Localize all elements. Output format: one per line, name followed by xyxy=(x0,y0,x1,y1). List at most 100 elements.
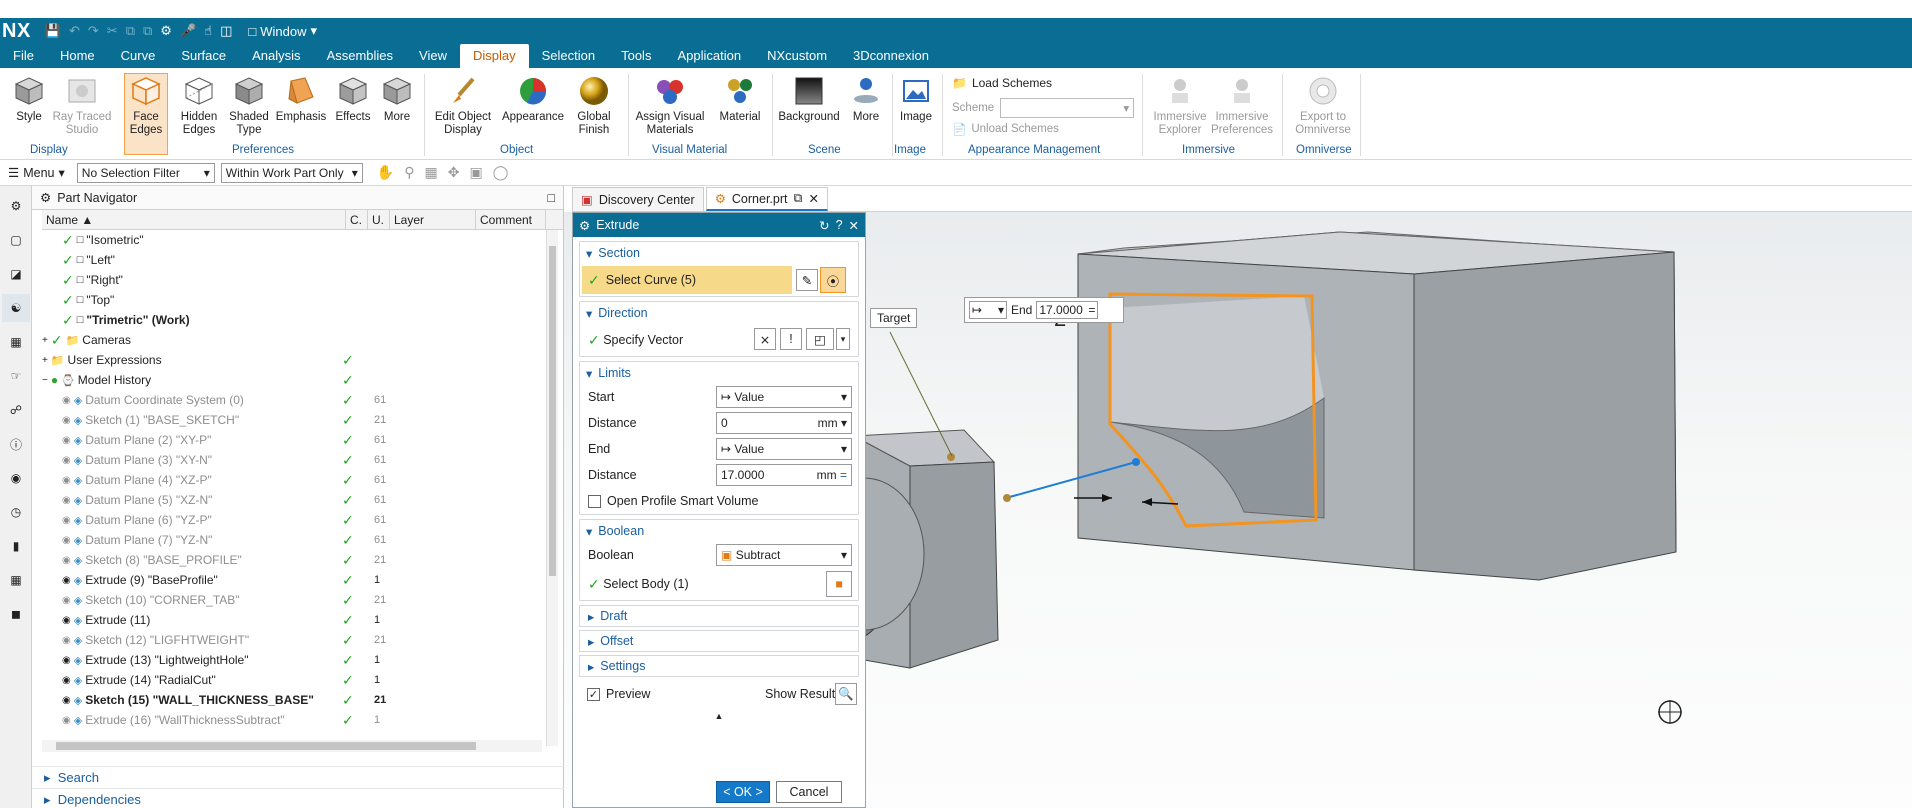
palette-icon[interactable]: ◼ xyxy=(2,600,30,628)
end-onscreen-field[interactable]: 17.0000 = xyxy=(1036,301,1099,319)
tab-corner-prt[interactable]: ⚙ Corner.prt ⧉ ✕ xyxy=(705,187,828,211)
undock-icon[interactable]: ⧉ xyxy=(794,191,803,206)
hd3d-tools-icon[interactable]: ☞ xyxy=(2,362,30,390)
select-all-icon[interactable]: ▦ xyxy=(424,164,437,181)
redo-icon[interactable]: ↷ xyxy=(88,23,99,39)
visibility-eye-icon[interactable]: ◉ xyxy=(62,435,71,446)
limits-header[interactable]: ▾ Limits xyxy=(580,362,858,384)
tree-row[interactable]: ◉ ◈ Extrude (9) "BaseProfile" ✓ 1 xyxy=(42,570,542,590)
edit-object-display-button[interactable]: Edit Object Display xyxy=(430,74,496,137)
menu-display[interactable]: Display xyxy=(459,44,529,68)
menu-surface[interactable]: Surface xyxy=(168,44,239,68)
offset-header[interactable]: ▸ Offset xyxy=(579,630,859,652)
end-select[interactable]: ↦ Value ▾ xyxy=(716,438,852,460)
column-comment[interactable]: Comment xyxy=(476,209,546,230)
global-finish-button[interactable]: Global Finish xyxy=(567,74,621,137)
vector-normal-icon[interactable]: ! xyxy=(780,328,802,350)
save-icon[interactable]: 💾 xyxy=(45,23,61,39)
tree-row[interactable]: ◉ ◈ Sketch (12) "LIGFHTWEIGHT" ✓ 21 xyxy=(42,630,542,650)
collapse-icon[interactable]: − xyxy=(42,375,48,386)
menu-home[interactable]: Home xyxy=(47,44,108,68)
visibility-eye-icon[interactable]: ◉ xyxy=(62,515,71,526)
visibility-eye-icon[interactable]: ◉ xyxy=(62,535,71,546)
tree-row[interactable]: ◉ ◈ Datum Plane (2) "XY-P" ✓ 61 xyxy=(42,430,542,450)
maximize-icon[interactable]: □ xyxy=(547,191,555,205)
menu-nxcustom[interactable]: NXcustom xyxy=(754,44,840,68)
scope-select[interactable]: Within Work Part Only ▾ xyxy=(220,162,363,183)
dependencies-panel-toggle[interactable]: ▸ Dependencies xyxy=(32,788,564,808)
emphasis-button[interactable]: Emphasis xyxy=(272,74,330,124)
scheme-select[interactable]: ▾ xyxy=(1000,98,1135,118)
tree-row[interactable]: ◉ ◈ Extrude (11) ✓ 1 xyxy=(42,610,542,630)
system-materials-icon[interactable]: ◉ xyxy=(2,464,30,492)
boolean-select[interactable]: ▣ Subtract ▾ xyxy=(716,544,852,566)
menu-3dconnexion[interactable]: 3Dconnexion xyxy=(840,44,942,68)
undo-icon[interactable]: ↶ xyxy=(69,23,80,39)
target-label[interactable]: Target xyxy=(870,308,918,328)
immersive-explorer-button[interactable]: Immersive Explorer xyxy=(1152,74,1208,137)
immersive-preferences-button[interactable]: Immersive Preferences xyxy=(1210,74,1274,137)
appearance-button[interactable]: Appearance xyxy=(502,74,564,124)
tree-row[interactable]: ✓ □ "Top" xyxy=(42,290,542,310)
assembly-navigator-icon[interactable]: ▢ xyxy=(2,226,30,254)
column-u[interactable]: U. xyxy=(368,209,390,230)
menu-analysis[interactable]: Analysis xyxy=(239,44,313,68)
horizontal-scrollbar[interactable] xyxy=(42,740,542,752)
ok-button[interactable]: < OK > xyxy=(716,781,770,803)
vector-dialog-icon[interactable]: ◰ xyxy=(806,328,834,350)
visibility-eye-icon[interactable]: ◉ xyxy=(62,635,71,646)
start-distance-input[interactable]: 0 mm ▾ xyxy=(716,412,852,434)
draft-header[interactable]: ▸ Draft xyxy=(579,605,859,627)
reuse-library-icon[interactable]: ▦ xyxy=(2,328,30,356)
ray-traced-studio-button[interactable]: Ray Traced Studio xyxy=(51,74,113,137)
expand-icon[interactable]: + xyxy=(42,335,48,346)
shaded-type-button[interactable]: Shaded Type xyxy=(220,74,278,137)
settings-icon[interactable]: ⚙ xyxy=(2,192,30,220)
visibility-eye-icon[interactable]: ◉ xyxy=(62,675,71,686)
reset-icon[interactable]: ↻ xyxy=(819,218,829,233)
visibility-eye-icon[interactable]: ◉ xyxy=(62,715,71,726)
tree-row[interactable]: + 📁 User Expressions ✓ xyxy=(42,350,542,370)
visibility-eye-icon[interactable]: ◉ xyxy=(62,415,71,426)
visibility-eye-icon[interactable]: ◉ xyxy=(62,455,71,466)
menu-assemblies[interactable]: Assemblies xyxy=(314,44,406,68)
direction-header[interactable]: ▾ Direction xyxy=(580,302,858,324)
expand-icon[interactable]: + xyxy=(42,355,48,366)
image-button[interactable]: Image xyxy=(888,74,944,124)
select-curve-field[interactable]: ✓ Select Curve (5) xyxy=(582,266,792,294)
export-omniverse-button[interactable]: Export to Omniverse xyxy=(1292,74,1354,137)
assign-visual-materials-button[interactable]: Assign Visual Materials xyxy=(634,74,706,137)
menu-file[interactable]: File xyxy=(0,44,47,68)
vector-reverse-icon[interactable]: ⨯ xyxy=(754,328,776,350)
history-icon[interactable]: ⓘ xyxy=(2,430,30,458)
visibility-eye-icon[interactable]: ◉ xyxy=(62,595,71,606)
menu-view[interactable]: View xyxy=(406,44,460,68)
help-icon[interactable]: ? xyxy=(836,218,843,232)
tree-row[interactable]: ◉ ◈ Sketch (10) "CORNER_TAB" ✓ 21 xyxy=(42,590,542,610)
tree-row[interactable]: ◉ ◈ Datum Plane (7) "YZ-N" ✓ 61 xyxy=(42,530,542,550)
section-header[interactable]: ▾ Section xyxy=(580,242,858,264)
window-menu[interactable]: □ Window ▾ xyxy=(248,23,317,39)
column-name[interactable]: Name ▲ xyxy=(42,209,346,230)
visibility-eye-icon[interactable]: ◉ xyxy=(62,615,71,626)
tree-row[interactable]: ◉ ◈ Datum Plane (3) "XY-N" ✓ 61 xyxy=(42,450,542,470)
end-distance-input[interactable]: 17.0000 mm = xyxy=(716,464,852,486)
visibility-eye-icon[interactable]: ◉ xyxy=(62,655,71,666)
material-button[interactable]: Material xyxy=(712,74,768,124)
menu-tools[interactable]: Tools xyxy=(608,44,664,68)
visibility-eye-icon[interactable]: ◉ xyxy=(62,575,71,586)
web-browser-icon[interactable]: ☍ xyxy=(2,396,30,424)
gear-icon[interactable]: ⚙ xyxy=(40,190,51,205)
tree-row[interactable]: ✓ □ "Isometric" xyxy=(42,230,542,250)
menu-application[interactable]: Application xyxy=(664,44,754,68)
tree-row[interactable]: ◉ ◈ Extrude (13) "LightweightHole" ✓ 1 xyxy=(42,650,542,670)
gear-icon[interactable]: ⚙ xyxy=(579,218,590,233)
microphone-icon[interactable]: 🎤 xyxy=(180,23,196,39)
visibility-eye-icon[interactable]: ◉ xyxy=(62,555,71,566)
process-studio-icon[interactable]: ◷ xyxy=(2,498,30,526)
box-select-icon[interactable]: ▣ xyxy=(469,164,482,181)
tree-row[interactable]: ◉ ◈ Datum Plane (5) "XZ-N" ✓ 61 xyxy=(42,490,542,510)
switch-window-icon[interactable]: ◫ xyxy=(220,23,232,39)
tree-row[interactable]: ◉ ◈ Datum Plane (4) "XZ-P" ✓ 61 xyxy=(42,470,542,490)
paste-icon[interactable]: ⧉ xyxy=(143,23,152,39)
